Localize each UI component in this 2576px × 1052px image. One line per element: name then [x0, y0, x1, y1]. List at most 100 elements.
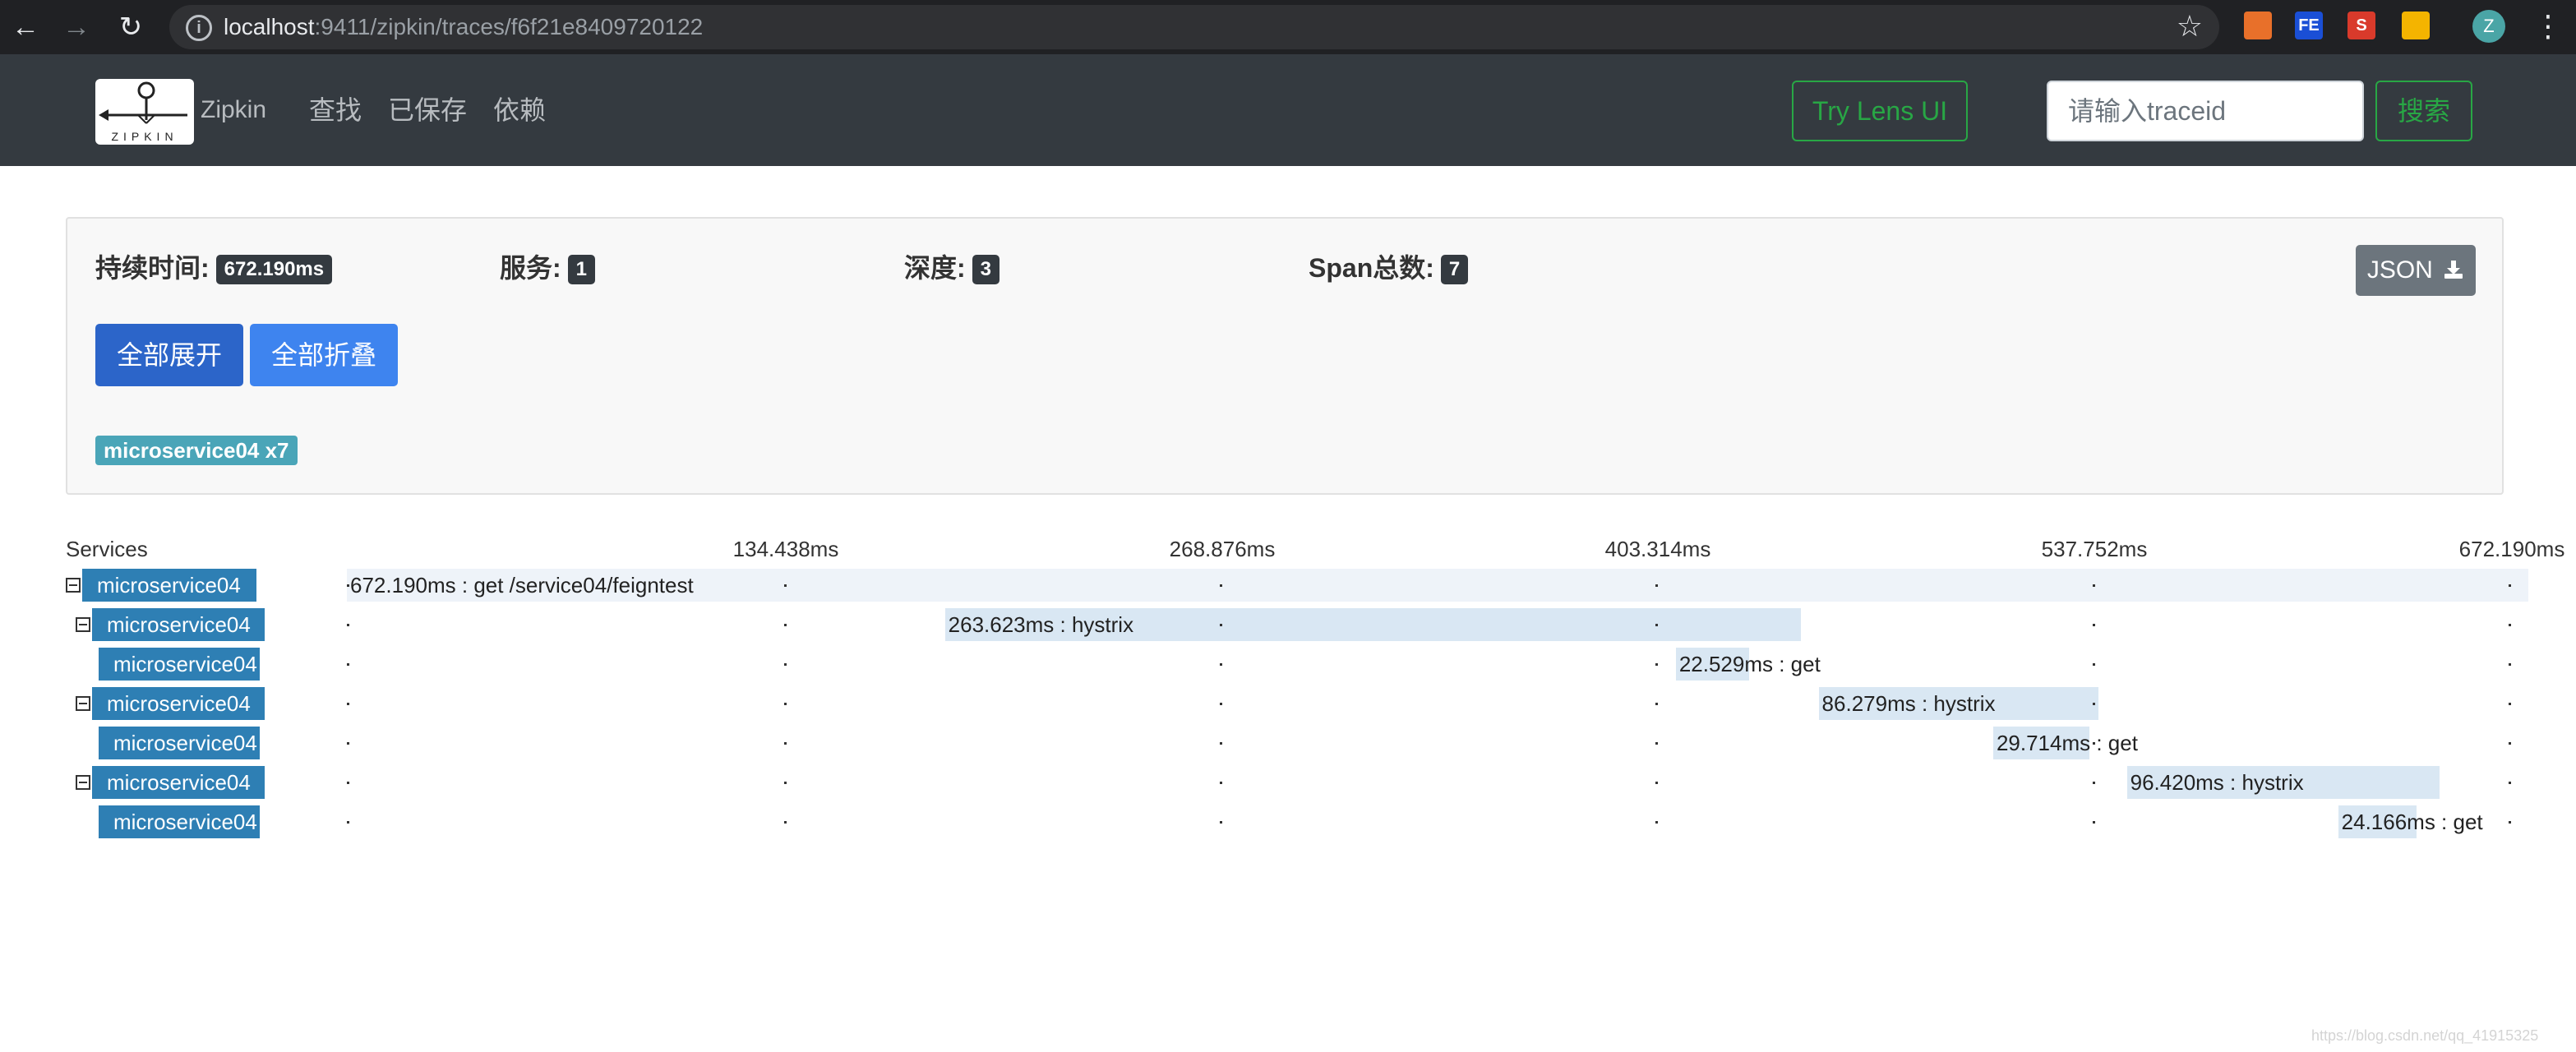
- services-label: 服务:: [500, 253, 561, 283]
- json-button-label: JSON: [2366, 256, 2433, 284]
- duration-stat: 持续时间: 672.190ms: [95, 251, 333, 284]
- span-label[interactable]: 29.714ms : get: [1997, 727, 2138, 759]
- timeline-tick-label: 403.314ms: [1604, 537, 1711, 561]
- arrow-left-icon[interactable]: ←: [10, 12, 41, 43]
- duration-label: 持续时间:: [95, 253, 210, 283]
- grid-dot: [2509, 663, 2511, 666]
- brand-link[interactable]: Zipkin: [201, 95, 266, 125]
- grid-dot: [2509, 624, 2511, 626]
- depth-label: 深度:: [904, 253, 966, 283]
- address-bar[interactable]: i localhost:9411/zipkin/traces/f6f21e840…: [169, 5, 2219, 49]
- app-navbar: ZIPKIN Zipkin 查找 已保存 依赖 Try Lens UI 搜索: [0, 54, 2576, 166]
- grid-dot: [2093, 624, 2095, 626]
- logo-text: ZIPKIN: [111, 130, 178, 143]
- timeline-tick-label: 537.752ms: [2041, 537, 2148, 561]
- grid-dot: [784, 663, 787, 666]
- s-extension-icon[interactable]: S: [2347, 12, 2375, 39]
- grid-dot: [1655, 624, 1658, 626]
- zipkin-logo[interactable]: ZIPKIN: [95, 79, 194, 145]
- service-filter-tag[interactable]: microservice04 x7: [95, 436, 298, 465]
- span-service-name[interactable]: microservice04: [99, 805, 260, 838]
- grid-dot: [2509, 703, 2511, 705]
- span-service-name[interactable]: microservice04: [82, 569, 256, 602]
- grid-dot: [784, 782, 787, 784]
- span-label[interactable]: 96.420ms : hystrix: [2131, 766, 2304, 799]
- colorful-extension-icon[interactable]: [2402, 12, 2430, 39]
- depth-stat: 深度: 3: [904, 251, 1000, 284]
- fe-extension-icon[interactable]: FE: [2295, 12, 2323, 39]
- timeline-tick-label: 134.438ms: [732, 537, 839, 561]
- grid-dot: [1655, 821, 1658, 824]
- arrow-right-icon[interactable]: →: [61, 12, 92, 43]
- info-icon[interactable]: i: [186, 15, 212, 41]
- grid-dot: [1220, 663, 1222, 666]
- try-lens-ui-button[interactable]: Try Lens UI: [1792, 81, 1968, 141]
- span-service-name[interactable]: microservice04: [92, 766, 265, 799]
- span-service-name[interactable]: microservice04: [99, 727, 260, 759]
- collapse-toggle-icon[interactable]: [76, 775, 90, 790]
- span-service-name[interactable]: microservice04: [92, 687, 265, 720]
- depth-badge: 3: [972, 255, 1000, 284]
- span-label[interactable]: 86.279ms : hystrix: [1822, 687, 1996, 720]
- grid-dot: [2093, 782, 2095, 784]
- kebab-menu-icon[interactable]: ⋮: [2533, 8, 2563, 44]
- avatar[interactable]: Z: [2472, 10, 2505, 43]
- search-button[interactable]: 搜索: [2375, 81, 2472, 141]
- nav-find-link[interactable]: 查找: [309, 95, 362, 125]
- traceid-search-input[interactable]: [2047, 81, 2364, 141]
- grid-dot: [2093, 663, 2095, 666]
- grid-dot: [347, 663, 349, 666]
- services-column-header: Services: [66, 537, 148, 561]
- timeline-tick-label: 672.190ms: [2458, 537, 2565, 561]
- collapse-toggle-icon[interactable]: [66, 578, 81, 593]
- nav-dependencies-link[interactable]: 依赖: [493, 95, 546, 125]
- grid-dot: [784, 703, 787, 705]
- grid-dot: [784, 821, 787, 824]
- span-label[interactable]: 672.190ms : get /service04/feigntest: [350, 569, 694, 602]
- grid-dot: [347, 624, 349, 626]
- grid-dot: [2509, 742, 2511, 745]
- span-service-name[interactable]: microservice04: [92, 608, 265, 641]
- span-label[interactable]: 24.166ms : get: [2342, 805, 2483, 838]
- trace-summary-card: 持续时间: 672.190ms 服务: 1 深度: 3 Span总数: 7 JSON 全…: [66, 217, 2504, 495]
- nav-saved-link[interactable]: 已保存: [388, 95, 467, 125]
- grid-dot: [2093, 821, 2095, 824]
- grid-dot: [1220, 584, 1222, 587]
- grid-dot: [1655, 663, 1658, 666]
- fox-extension-icon[interactable]: [2244, 12, 2272, 39]
- grid-dot: [2509, 782, 2511, 784]
- json-download-button[interactable]: JSON: [2356, 245, 2476, 296]
- reload-icon[interactable]: ↻: [115, 12, 146, 43]
- grid-dot: [347, 742, 349, 745]
- collapse-toggle-icon[interactable]: [76, 617, 90, 632]
- grid-dot: [347, 821, 349, 824]
- span-service-name[interactable]: microservice04: [99, 648, 260, 681]
- grid-dot: [347, 584, 349, 587]
- grid-dot: [1220, 703, 1222, 705]
- grid-dot: [1655, 742, 1658, 745]
- grid-dot: [347, 782, 349, 784]
- span-label[interactable]: 263.623ms : hystrix: [949, 608, 1133, 641]
- collapse-toggle-icon[interactable]: [76, 696, 90, 711]
- duration-badge: 672.190ms: [215, 255, 333, 284]
- span-label[interactable]: 22.529ms : get: [1679, 648, 1821, 681]
- grid-dot: [1220, 782, 1222, 784]
- expand-all-button[interactable]: 全部展开: [95, 324, 243, 386]
- span-count-badge: 7: [1440, 255, 1469, 284]
- collapse-all-button[interactable]: 全部折叠: [250, 324, 398, 386]
- url-text[interactable]: localhost:9411/zipkin/traces/f6f21e84097…: [224, 12, 703, 42]
- grid-dot: [1655, 782, 1658, 784]
- grid-dot: [2509, 584, 2511, 587]
- timeline-tick-label: 268.876ms: [1169, 537, 1276, 561]
- watermark-text: https://blog.csdn.net/qq_41915325: [2311, 1027, 2539, 1044]
- download-icon: [2444, 261, 2463, 279]
- grid-dot: [1220, 742, 1222, 745]
- url-host: localhost: [224, 14, 315, 39]
- grid-dot: [1655, 584, 1658, 587]
- grid-dot: [1220, 821, 1222, 824]
- browser-toolbar: ← → ↻ i localhost:9411/zipkin/traces/f6f…: [0, 0, 2576, 54]
- grid-dot: [2093, 703, 2095, 705]
- grid-dot: [2509, 821, 2511, 824]
- url-path: :9411/zipkin/traces/f6f21e8409720122: [314, 14, 704, 39]
- star-icon[interactable]: ☆: [2177, 10, 2203, 43]
